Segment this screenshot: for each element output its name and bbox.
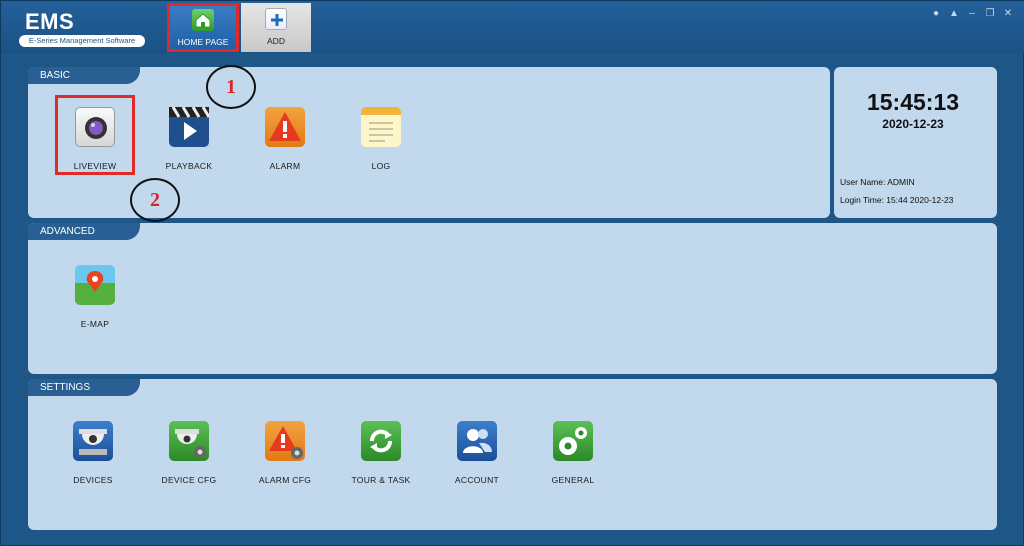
settings-panel: SETTINGS DEVICES DEVICE CFG ALARM CFG TO… [28, 379, 997, 530]
e-map-label: E-MAP [80, 319, 110, 329]
general-button[interactable]: GENERAL [528, 421, 618, 485]
advanced-panel: ADVANCED E-MAP [28, 223, 997, 374]
gears-icon [553, 421, 593, 461]
advanced-header: ADVANCED [28, 223, 140, 240]
playback-label: PLAYBACK [165, 161, 213, 171]
basic-header: BASIC [28, 67, 140, 84]
devices-button[interactable]: DEVICES [48, 421, 138, 485]
playback-button[interactable]: PLAYBACK [144, 106, 234, 171]
logo: EMS E-Series Management Software [19, 7, 147, 47]
minimize-icon[interactable]: – [967, 9, 977, 19]
users-icon [457, 421, 497, 461]
basic-panel: BASIC LIVEVIEW PLAYBACK ALARM LOG 1 2 [28, 65, 830, 222]
logo-title: EMS [25, 9, 75, 34]
tab-home-page[interactable]: HOME PAGE [167, 3, 239, 52]
user-name: User Name: ADMIN [840, 177, 915, 187]
top-bar: EMS E-Series Management Software HOME PA… [1, 1, 1024, 53]
home-icon [192, 9, 214, 31]
annotation-2: 2 [130, 178, 180, 222]
refresh-icon [361, 421, 401, 461]
log-button[interactable]: LOG [336, 107, 426, 171]
restore-icon[interactable]: ❐ [985, 9, 995, 19]
dome-camera-gear-icon [169, 421, 209, 461]
account-label: ACCOUNT [454, 475, 500, 485]
notepad-icon [361, 107, 401, 147]
dome-camera-icon [73, 421, 113, 461]
map-pin-icon [75, 265, 115, 305]
tab-add[interactable]: ADD [241, 3, 311, 52]
window-controls: ● ▲ – ❐ ✕ [931, 9, 1013, 19]
login-time: Login Time: 15:44 2020-12-23 [840, 195, 954, 205]
account-button[interactable]: ACCOUNT [432, 421, 522, 485]
devices-label: DEVICES [73, 475, 113, 485]
close-icon[interactable]: ✕ [1003, 9, 1013, 19]
logo-subtitle: E-Series Management Software [19, 35, 145, 47]
settings-header: SETTINGS [28, 379, 140, 396]
app-window: EMS E-Series Management Software HOME PA… [0, 0, 1024, 546]
log-label: LOG [371, 161, 391, 171]
warning-gear-icon [265, 421, 305, 461]
tour-task-button[interactable]: TOUR & TASK [336, 421, 426, 485]
warning-icon [265, 107, 305, 147]
general-label: GENERAL [551, 475, 595, 485]
alarm-cfg-button[interactable]: ALARM CFG [240, 421, 330, 485]
tab-add-label: ADD [267, 36, 285, 46]
annotation-1: 1 [206, 65, 256, 109]
liveview-button[interactable]: LIVEVIEW [50, 107, 140, 171]
device-cfg-button[interactable]: DEVICE CFG [144, 421, 234, 485]
liveview-label: LIVEVIEW [73, 161, 117, 171]
alarm-label: ALARM [269, 161, 301, 171]
clapperboard-icon [169, 106, 211, 147]
plus-icon [265, 8, 287, 30]
alarm-button[interactable]: ALARM [240, 107, 330, 171]
tab-home-page-label: HOME PAGE [177, 37, 229, 47]
device-cfg-label: DEVICE CFG [161, 475, 217, 485]
e-map-button[interactable]: E-MAP [50, 265, 140, 329]
camera-icon [75, 107, 115, 147]
lock-icon[interactable]: ▲ [949, 9, 959, 19]
status-panel: 15:45:13 2020-12-23 User Name: ADMIN Log… [834, 67, 997, 218]
tour-task-label: TOUR & TASK [351, 475, 411, 485]
clock-date: 2020-12-23 [882, 117, 944, 131]
alarm-cfg-label: ALARM CFG [258, 475, 312, 485]
clock-time: 15:45:13 [866, 89, 960, 115]
user-icon[interactable]: ● [931, 9, 941, 19]
